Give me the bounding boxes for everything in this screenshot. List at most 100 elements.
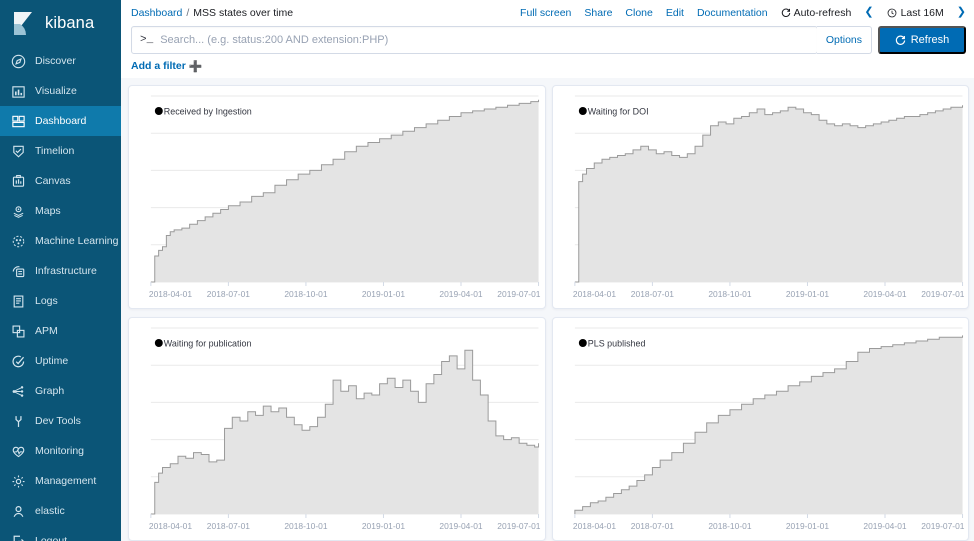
svg-text:2018-10-01: 2018-10-01 xyxy=(708,289,751,299)
breadcrumb-current: MSS states over time xyxy=(193,6,294,19)
kibana-logo-icon xyxy=(13,11,36,36)
sidebar-item-label: Timelion xyxy=(35,145,75,157)
dashboard-panel[interactable]: 2018-04-01 2018-07-01 2018-10-01 2019-01-01… xyxy=(551,317,969,541)
sidebar-item-logs[interactable]: Logs xyxy=(0,286,121,316)
documentation-button[interactable]: Documentation xyxy=(697,7,768,19)
brand-name: kibana xyxy=(45,13,95,32)
svg-text:2019-04-01: 2019-04-01 xyxy=(439,289,482,299)
graph-icon xyxy=(11,384,26,399)
query-prompt-icon: >_ xyxy=(140,34,154,46)
sidebar-item-canvas[interactable]: Canvas xyxy=(0,166,121,196)
refresh-icon xyxy=(781,8,790,17)
sidebar-item-infrastructure[interactable]: Infrastructure xyxy=(0,256,121,286)
sidebar-item-elastic[interactable]: elastic xyxy=(0,496,121,526)
chart-legend: Waiting for publication xyxy=(154,338,251,349)
chart-container: 2018-04-01 2018-07-01 2018-10-01 2019-01-01… xyxy=(129,86,545,308)
query-bar[interactable]: >_ Search... (e.g. status:200 AND extens… xyxy=(131,26,818,54)
add-filter-label: Add a filter xyxy=(131,60,186,72)
svg-text:PLS published: PLS published xyxy=(587,338,645,348)
chart-area xyxy=(150,99,539,282)
svg-text:2019-01-01: 2019-01-01 xyxy=(362,289,405,299)
dashboard-icon xyxy=(11,114,26,129)
sidebar-item-visualize[interactable]: Visualize xyxy=(0,76,121,106)
time-next-button[interactable]: ❯ xyxy=(957,7,966,18)
svg-text:2019-04-01: 2019-04-01 xyxy=(863,521,906,531)
visualize-icon xyxy=(11,84,26,99)
sidebar-item-label: elastic xyxy=(35,505,65,517)
sidebar-item-label: Dashboard xyxy=(35,115,87,127)
top-toolbar: Dashboard / MSS states over time Full sc… xyxy=(121,0,974,78)
chart-area xyxy=(574,105,963,282)
sidebar-item-label: Discover xyxy=(35,55,76,67)
sidebar-item-dev-tools[interactable]: Dev Tools xyxy=(0,406,121,436)
svg-text:2018-04-01: 2018-04-01 xyxy=(572,521,615,531)
breadcrumb: Dashboard / MSS states over time xyxy=(131,7,293,19)
svg-text:Waiting for DOI: Waiting for DOI xyxy=(587,106,648,116)
sidebar-item-label: Uptime xyxy=(35,355,69,367)
svg-text:2019-01-01: 2019-01-01 xyxy=(785,289,828,299)
auto-refresh-button[interactable]: Auto-refresh xyxy=(781,6,852,19)
sidebar-item-uptime[interactable]: Uptime xyxy=(0,346,121,376)
sidebar-item-label: Logs xyxy=(35,295,58,307)
dashboard-panel[interactable]: 2018-04-01 2018-07-01 2018-10-01 2019-01-01… xyxy=(128,317,546,541)
refresh-button[interactable]: Refresh xyxy=(878,26,966,54)
svg-text:2018-07-01: 2018-07-01 xyxy=(630,521,673,531)
svg-text:2018-04-01: 2018-04-01 xyxy=(149,521,192,531)
add-filter-button[interactable]: Add a filter ➕ xyxy=(131,60,203,73)
chart-area xyxy=(574,335,963,514)
sidebar-item-label: Monitoring xyxy=(35,445,85,457)
plus-icon: ➕ xyxy=(188,60,203,73)
sidebar-item-monitoring[interactable]: Monitoring xyxy=(0,436,121,466)
sidebar-item-dashboard[interactable]: Dashboard xyxy=(0,106,121,136)
machine-learning-icon xyxy=(11,234,26,249)
time-prev-button[interactable]: ❮ xyxy=(864,7,873,18)
sidebar-item-apm[interactable]: APM xyxy=(0,316,121,346)
chart-container: 2018-04-01 2018-07-01 2018-10-01 2019-01-01… xyxy=(553,318,969,540)
sidebar-item-graph[interactable]: Graph xyxy=(0,376,121,406)
sidebar-item-timelion[interactable]: Timelion xyxy=(0,136,121,166)
chart-legend: Waiting for DOI xyxy=(578,106,648,117)
infrastructure-icon xyxy=(11,264,26,279)
maps-icon xyxy=(11,204,26,219)
dashboard-panel[interactable]: 2018-04-01 2018-07-01 2018-10-01 2019-01-01… xyxy=(551,85,969,309)
user-icon xyxy=(11,504,26,519)
sidebar-item-discover[interactable]: Discover xyxy=(0,46,121,76)
sidebar-item-machine-learning[interactable]: Machine Learning xyxy=(0,226,121,256)
chart-x-axis: 2018-04-01 2018-07-01 2018-10-01 2019-01-01… xyxy=(149,282,541,299)
svg-text:Received by Ingestion: Received by Ingestion xyxy=(164,106,252,116)
uptime-icon xyxy=(11,354,26,369)
dashboard-actions: Full screen Share Clone Edit Documentati… xyxy=(520,7,966,19)
chart-area xyxy=(150,350,539,514)
chart-legend: PLS published xyxy=(578,338,645,349)
search-input[interactable]: Search... (e.g. status:200 AND extension… xyxy=(160,34,388,46)
logout-icon xyxy=(11,534,26,541)
brand-logo[interactable]: kibana xyxy=(0,0,121,46)
svg-text:2018-10-01: 2018-10-01 xyxy=(284,521,327,531)
full-screen-button[interactable]: Full screen xyxy=(520,7,571,19)
svg-text:2019-07-01: 2019-07-01 xyxy=(497,521,540,531)
time-range-picker[interactable]: Last 16M xyxy=(887,7,944,19)
refresh-label: Refresh xyxy=(910,34,950,46)
sidebar-item-label: Management xyxy=(35,475,97,487)
breadcrumb-root[interactable]: Dashboard xyxy=(131,7,182,19)
options-button[interactable]: Options xyxy=(816,26,872,54)
svg-text:2018-07-01: 2018-07-01 xyxy=(207,521,250,531)
kibana-app: kibana Discover Visualize Dashboard Timelio… xyxy=(0,0,974,541)
sidebar-item-management[interactable]: Management xyxy=(0,466,121,496)
svg-text:2019-04-01: 2019-04-01 xyxy=(863,289,906,299)
share-button[interactable]: Share xyxy=(584,7,612,19)
main-area: Dashboard / MSS states over time Full sc… xyxy=(121,0,974,541)
sidebar-nav-list: Discover Visualize Dashboard Timelion Canvas… xyxy=(0,46,121,541)
dashboard-panel[interactable]: 2018-04-01 2018-07-01 2018-10-01 2019-01-01… xyxy=(128,85,546,309)
chart-legend: Received by Ingestion xyxy=(154,106,252,117)
discover-icon xyxy=(11,54,26,69)
management-icon xyxy=(11,474,26,489)
sidebar-item-logout[interactable]: Logout xyxy=(0,526,121,541)
sidebar-item-maps[interactable]: Maps xyxy=(0,196,121,226)
clone-button[interactable]: Clone xyxy=(625,7,652,19)
edit-button[interactable]: Edit xyxy=(666,7,684,19)
svg-text:2018-07-01: 2018-07-01 xyxy=(207,289,250,299)
sidebar-item-label: Infrastructure xyxy=(35,265,97,277)
auto-refresh-label: Auto-refresh xyxy=(793,6,852,19)
svg-text:2018-10-01: 2018-10-01 xyxy=(708,521,751,531)
